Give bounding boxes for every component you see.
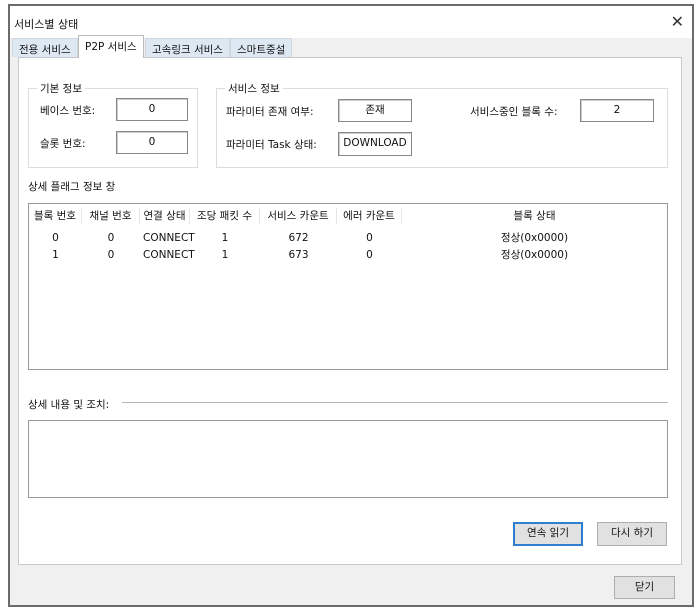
tab-smart-expansion[interactable]: 스마트중설 xyxy=(230,38,293,57)
cell-service-count: 673 xyxy=(288,249,309,261)
cell-channel-number: 0 xyxy=(107,232,115,244)
cell-channel-number: 0 xyxy=(107,249,115,261)
active-blocks-field[interactable]: 2 xyxy=(580,99,654,122)
cell-connection-state: CONNECT xyxy=(143,249,195,261)
title-bar: 서비스별 상태 ✕ xyxy=(10,6,692,38)
cell-block-number: 1 xyxy=(52,249,59,261)
cell-packets: 1 xyxy=(221,232,229,244)
cell-packets: 1 xyxy=(221,249,229,261)
param-task-label: 파라미터 Task 상태: xyxy=(226,139,317,151)
param-task-field[interactable]: DOWNLOAD xyxy=(338,132,412,156)
column-header[interactable]: 서비스 카운트 xyxy=(260,208,337,224)
window-title: 서비스별 상태 xyxy=(14,18,79,31)
param-exist-field[interactable]: 존재 xyxy=(338,99,412,122)
continuous-read-button[interactable]: 연속 읽기 xyxy=(513,522,583,546)
close-icon[interactable]: ✕ xyxy=(671,12,684,31)
detail-textarea[interactable] xyxy=(28,420,668,498)
retry-button[interactable]: 다시 하기 xyxy=(597,522,667,546)
param-exist-label: 파라미터 존재 여부: xyxy=(226,106,314,118)
separator-line xyxy=(122,402,668,403)
column-header[interactable]: 채널 번호 xyxy=(82,208,140,224)
table-row[interactable]: 1 0 CONNECT 1 673 0 정상(0x0000) xyxy=(29,247,667,263)
slot-number-field[interactable]: 0 xyxy=(116,131,188,154)
column-header[interactable]: 블록 번호 xyxy=(29,208,82,224)
close-button[interactable]: 닫기 xyxy=(614,576,675,599)
column-header[interactable]: 블록 상태 xyxy=(402,208,667,224)
column-header[interactable]: 연결 상태 xyxy=(140,208,190,224)
flag-section-title: 상세 플래그 정보 창 xyxy=(28,181,116,193)
basic-info-title: 기본 정보 xyxy=(37,81,85,96)
cell-block-number: 0 xyxy=(52,232,59,244)
base-number-label: 베이스 번호: xyxy=(40,105,96,117)
active-blocks-label: 서비스중인 블록 수: xyxy=(470,106,558,118)
detail-label: 상세 내용 및 조치: xyxy=(28,399,110,411)
base-number-field[interactable]: 0 xyxy=(116,98,188,121)
tab-p2p-service[interactable]: P2P 서비스 xyxy=(78,35,144,58)
table-row[interactable]: 0 0 CONNECT 1 672 0 정상(0x0000) xyxy=(29,230,667,246)
tab-dedicated-service[interactable]: 전용 서비스 xyxy=(12,38,78,57)
cell-error-count: 0 xyxy=(366,249,373,261)
cell-block-state: 정상(0x0000) xyxy=(500,249,569,261)
tab-high-speed-link-service[interactable]: 고속링크 서비스 xyxy=(145,38,230,57)
column-header[interactable]: 조당 패킷 수 xyxy=(190,208,260,224)
service-info-title: 서비스 정보 xyxy=(225,81,283,96)
cell-service-count: 672 xyxy=(288,232,309,244)
cell-connection-state: CONNECT xyxy=(143,232,195,244)
cell-block-state: 정상(0x0000) xyxy=(500,232,569,244)
block-list-table[interactable]: 블록 번호 채널 번호 연결 상태 조당 패킷 수 서비스 카운트 에러 카운트… xyxy=(28,203,668,370)
slot-number-label: 슬롯 번호: xyxy=(40,138,86,150)
cell-error-count: 0 xyxy=(366,232,373,244)
column-header[interactable]: 에러 카운트 xyxy=(337,208,402,224)
